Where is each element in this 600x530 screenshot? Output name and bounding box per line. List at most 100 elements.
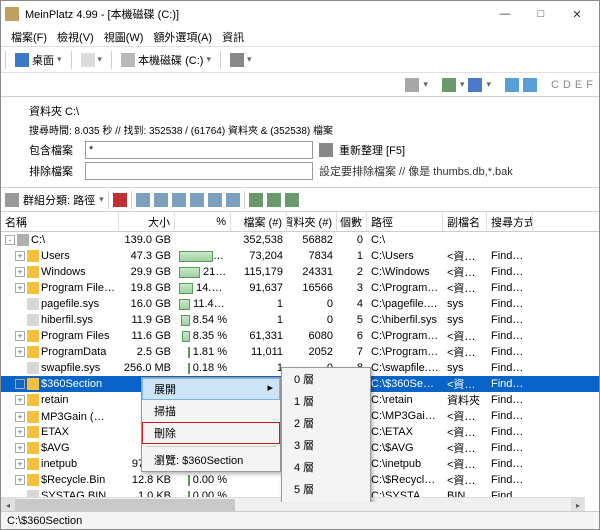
tool-icon[interactable] xyxy=(136,193,150,207)
search-summary: 搜尋時間: 8.035 秒 // 找到: 352538 / (61764) 資料… xyxy=(29,122,591,137)
ctx-level-item[interactable]: 6 層 xyxy=(282,500,370,502)
ctx-level-item[interactable]: 4 層 xyxy=(282,456,370,478)
expand-icon[interactable]: + xyxy=(15,283,25,293)
letter-d-icon[interactable]: D xyxy=(563,79,571,91)
table-row[interactable]: +ProgramData2.5 GB 1.81 %11,01120527C:\P… xyxy=(1,344,599,360)
tool-icon-3[interactable] xyxy=(172,193,186,207)
expand-icon[interactable]: + xyxy=(15,427,25,437)
app-icon xyxy=(5,7,19,21)
collapse-icon[interactable]: - xyxy=(5,235,15,245)
tool-icon-2[interactable] xyxy=(154,193,168,207)
save-icon[interactable] xyxy=(468,78,482,92)
clipboard-icon[interactable] xyxy=(523,78,537,92)
expand-icon[interactable]: + xyxy=(15,475,25,485)
menu-extra[interactable]: 額外選項(A) xyxy=(149,27,216,47)
table-row[interactable]: hiberfil.sys11.9 GB 8.54 %105C:\hiberfil… xyxy=(1,312,599,328)
group-icon[interactable] xyxy=(5,193,19,207)
copy-icon[interactable] xyxy=(505,78,519,92)
context-menu: 展開▸ 掃描 刪除 瀏覽: $360Section xyxy=(141,377,281,472)
delete-icon[interactable] xyxy=(113,193,127,207)
col-count[interactable]: 個數 xyxy=(337,212,367,231)
expand-icon[interactable]: + xyxy=(15,459,25,469)
scrollbar-thumb[interactable] xyxy=(15,499,235,511)
refresh-icon[interactable] xyxy=(319,143,333,157)
folder-icon xyxy=(27,474,39,486)
letter-f-icon[interactable]: F xyxy=(586,79,593,91)
tool-icon-5[interactable] xyxy=(208,193,222,207)
ctx-separator xyxy=(146,446,276,447)
expand-icon[interactable]: + xyxy=(15,395,25,405)
ctx-expand[interactable]: 展開▸ xyxy=(142,378,280,400)
ctx-level-item[interactable]: 5 層 xyxy=(282,478,370,500)
menu-info[interactable]: 資訊 xyxy=(218,27,248,47)
expand-icon[interactable]: + xyxy=(15,443,25,453)
ctx-scan[interactable]: 掃描 xyxy=(142,400,280,422)
expand-icon[interactable]: + xyxy=(15,267,25,277)
folder-icon xyxy=(27,458,39,470)
ctx-level-item[interactable]: 3 層 xyxy=(282,434,370,456)
col-files[interactable]: 檔案 (#) xyxy=(231,212,287,231)
context-submenu: 0 層1 層2 層3 層4 層5 層6 層7 層8 層全部展開 xyxy=(281,367,371,502)
ctx-level-item[interactable]: 2 層 xyxy=(282,412,370,434)
folder-icon xyxy=(27,411,39,423)
col-dirs[interactable]: 資料夾 (#) xyxy=(287,212,337,231)
print-icon[interactable] xyxy=(405,78,419,92)
letter-c-icon[interactable]: C xyxy=(551,79,559,91)
menu-viewmode[interactable]: 視圖(W) xyxy=(100,27,148,47)
folder-icon xyxy=(27,250,39,262)
expand-icon[interactable]: + xyxy=(15,251,25,261)
group-label[interactable]: 群組分類: 路徑 xyxy=(23,192,95,208)
col-percent[interactable]: % xyxy=(175,212,231,231)
expand-icon[interactable]: + xyxy=(15,379,25,389)
ctx-level-item[interactable]: 0 層 xyxy=(282,368,370,390)
drive-dropdown[interactable]: 本機磁碟 (C:)▾ xyxy=(118,50,214,70)
col-path[interactable]: 路徑 xyxy=(367,212,443,231)
file-table: 名稱 大小 % 檔案 (#) 資料夾 (#) 個數 路徑 副檔名 搜尋方式 -C… xyxy=(1,212,599,502)
col-method[interactable]: 搜尋方式 xyxy=(487,212,533,231)
tool-icon-6[interactable] xyxy=(226,193,240,207)
root-row[interactable]: -C:\ 139.0 GB 352,538 56882 0 C:\ xyxy=(1,232,599,248)
maximize-button[interactable]: □ xyxy=(523,3,559,25)
tool-icon-4[interactable] xyxy=(190,193,204,207)
menu-bar: 檔案(F) 檢視(V) 視圖(W) 額外選項(A) 資訊 xyxy=(1,27,599,47)
expand-icon[interactable]: + xyxy=(15,331,25,341)
search-panel: 資料夾 C:\ 搜尋時間: 8.035 秒 // 找到: 352538 / (6… xyxy=(1,97,599,188)
col-size[interactable]: 大小 xyxy=(119,212,175,231)
table-row[interactable]: +Users47.3 GB 33.97 %73,20478341C:\Users… xyxy=(1,248,599,264)
expand-icon[interactable]: + xyxy=(15,347,25,357)
folder-icon xyxy=(27,330,39,342)
include-input[interactable] xyxy=(85,141,313,159)
table-row[interactable]: +Program Files11.6 GB 8.35 %61,33160806C… xyxy=(1,328,599,344)
table-row[interactable]: +Windows29.9 GB 21.48 %115,179243312C:\W… xyxy=(1,264,599,280)
scroll-left-icon[interactable]: ◂ xyxy=(1,498,15,512)
tool-icon-8[interactable] xyxy=(267,193,281,207)
close-button[interactable]: ✕ xyxy=(559,3,595,25)
tool-btn-2[interactable]: ▾ xyxy=(227,51,255,69)
scroll-right-icon[interactable]: ▸ xyxy=(571,498,585,512)
table-row[interactable]: pagefile.sys16.0 GB 11.48 %104C:\pagefil… xyxy=(1,296,599,312)
ctx-browse[interactable]: 瀏覽: $360Section xyxy=(142,449,280,471)
refresh-button[interactable]: 重新整理 [F5] xyxy=(339,142,405,158)
exclude-label: 排除檔案 xyxy=(29,163,79,179)
menu-file[interactable]: 檔案(F) xyxy=(7,27,51,47)
exclude-input[interactable] xyxy=(85,162,313,180)
menu-view[interactable]: 檢視(V) xyxy=(53,27,98,47)
desktop-dropdown[interactable]: 桌面▾ xyxy=(12,50,65,70)
col-name[interactable]: 名稱 xyxy=(1,212,119,231)
gear-icon xyxy=(230,53,244,67)
group-toolbar: 群組分類: 路徑 ▾ xyxy=(1,188,599,212)
tool-icon-7[interactable] xyxy=(249,193,263,207)
export-icon[interactable] xyxy=(442,78,456,92)
letter-e-icon[interactable]: E xyxy=(575,79,582,91)
table-header: 名稱 大小 % 檔案 (#) 資料夾 (#) 個數 路徑 副檔名 搜尋方式 xyxy=(1,212,599,232)
tool-btn[interactable]: ▾ xyxy=(78,51,106,69)
include-label: 包含檔案 xyxy=(29,142,79,158)
ctx-level-item[interactable]: 1 層 xyxy=(282,390,370,412)
col-ext[interactable]: 副檔名 xyxy=(443,212,487,231)
expand-icon[interactable]: + xyxy=(15,412,25,422)
ctx-delete[interactable]: 刪除 xyxy=(142,422,280,444)
table-row[interactable]: +Program Files (x8...19.8 GB 14.18 %91,6… xyxy=(1,280,599,296)
tool-icon-9[interactable] xyxy=(285,193,299,207)
address-toolbar: 桌面▾ ▾ 本機磁碟 (C:)▾ ▾ xyxy=(1,47,599,73)
minimize-button[interactable]: — xyxy=(487,3,523,25)
